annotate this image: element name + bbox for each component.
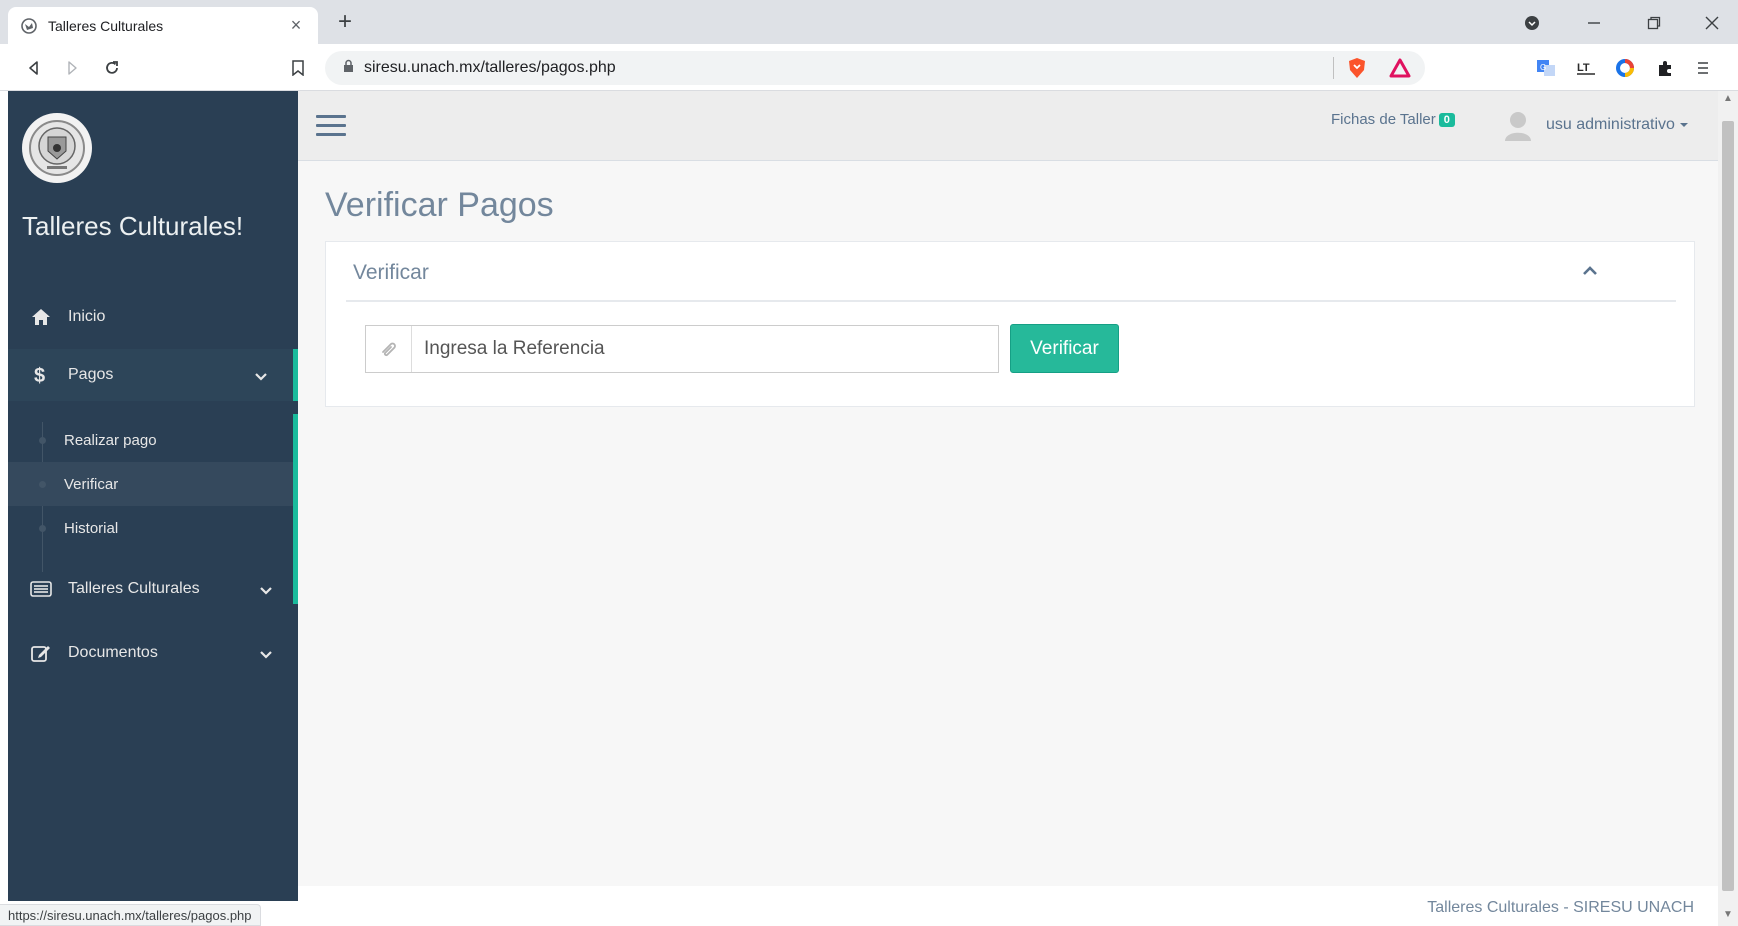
sidebar-item-pagos[interactable]: $ Pagos [8,349,298,401]
scrollbar-thumb[interactable] [1722,121,1734,891]
submenu-item-realizar-pago[interactable]: Realizar pago [8,418,293,462]
main-content: Verificar Pagos Verificar Verificar [298,161,1718,886]
scroll-down-arrow-icon[interactable]: ▼ [1722,909,1734,920]
verificar-panel: Verificar Verificar [325,241,1695,407]
address-bar[interactable]: siresu.unach.mx/talleres/pagos.php [325,51,1425,85]
lock-icon [343,59,354,78]
home-icon [28,308,54,326]
submenu-item-verificar[interactable]: Verificar [8,462,293,506]
sidebar-item-inicio[interactable]: Inicio [8,291,298,343]
back-icon[interactable] [20,54,48,82]
forward-icon[interactable] [58,54,86,82]
svg-text:$: $ [34,365,45,386]
globe-icon [20,17,38,35]
scroll-up-arrow-icon[interactable]: ▲ [1722,93,1734,104]
fichas-de-taller-link[interactable]: Fichas de Taller 0 [1331,111,1455,128]
reference-input[interactable] [412,326,998,372]
browser-tab[interactable]: Talleres Culturales × [8,7,318,44]
menu-toggle-icon[interactable] [316,115,346,139]
user-name: usu administrativo [1546,116,1675,133]
tab-close-button[interactable]: × [286,15,306,36]
fichas-count-badge: 0 [1438,113,1455,127]
user-menu-dropdown[interactable]: usu administrativo [1546,116,1689,134]
submenu-dot [39,525,46,532]
browser-tab-bar: Talleres Culturales × + [0,0,1738,44]
sidebar-item-label: Talleres Culturales [68,580,200,597]
chevron-down-icon [260,647,272,665]
browser-menu-icon[interactable] [1690,55,1716,81]
svg-text:LT: LT [1577,62,1590,74]
edit-icon [28,644,54,662]
brave-menu-icon[interactable] [1512,8,1552,38]
bookmark-icon[interactable] [284,54,312,82]
minimize-icon[interactable] [1574,8,1614,38]
extensions-puzzle-icon[interactable] [1652,55,1678,81]
tab-title: Talleres Culturales [48,17,164,34]
paperclip-icon [366,326,412,372]
sidebar-item-documentos[interactable]: Documentos [8,627,298,679]
page-title: Verificar Pagos [325,186,554,224]
unach-logo[interactable] [22,113,92,183]
submenu-item-label: Verificar [64,475,119,493]
new-tab-button[interactable]: + [330,8,360,38]
submenu-item-label: Realizar pago [64,431,157,449]
close-window-icon[interactable] [1692,8,1732,38]
dollar-icon: $ [28,364,54,386]
reload-icon[interactable] [98,54,126,82]
submenu-item-label: Historial [64,519,119,537]
languagetool-icon[interactable]: LT [1573,55,1599,81]
panel-title: Verificar [353,261,429,284]
list-icon [28,581,54,597]
sidebar: Talleres Culturales! Inicio $ Pagos Real… [8,91,298,901]
svg-text:G: G [1540,63,1546,72]
caret-down-icon [1679,116,1689,133]
browser-toolbar: siresu.unach.mx/talleres/pagos.php [0,44,1738,91]
sidebar-item-label: Pagos [68,366,114,383]
footer-text: Talleres Culturales - SIRESU UNACH [1427,899,1694,916]
sidebar-item-label: Inicio [68,308,106,325]
top-navbar: Fichas de Taller 0 usu administrativo [298,91,1718,161]
omnibox-divider [1333,57,1334,79]
submenu-dot [39,437,46,444]
reference-input-group [365,325,999,373]
chevron-down-icon [255,369,267,387]
sidebar-item-talleres-culturales[interactable]: Talleres Culturales [8,563,298,615]
panel-divider [346,300,1676,302]
user-avatar-icon[interactable] [1503,110,1533,142]
brave-shield-icon[interactable] [1344,55,1370,81]
page-footer: Talleres Culturales - SIRESU UNACH [298,886,1718,926]
link-status-bar: https://siresu.unach.mx/talleres/pagos.p… [0,904,261,926]
fichas-label: Fichas de Taller [1331,111,1436,128]
brave-rewards-icon[interactable] [1387,55,1413,81]
submenu-item-historial[interactable]: Historial [8,506,293,550]
restore-icon[interactable] [1634,8,1674,38]
translate-icon[interactable]: G [1533,55,1559,81]
url-text: siresu.unach.mx/talleres/pagos.php [364,59,616,76]
chevron-up-icon[interactable] [1580,264,1604,284]
submenu-dot [39,481,46,488]
verify-button[interactable]: Verificar [1010,324,1119,373]
vertical-scrollbar[interactable]: ▲ ▼ [1718,91,1738,926]
chevron-down-icon [260,583,272,601]
site-title[interactable]: Talleres Culturales! [22,211,243,242]
sidebar-item-label: Documentos [68,644,158,661]
opera-ring-icon[interactable] [1612,55,1638,81]
